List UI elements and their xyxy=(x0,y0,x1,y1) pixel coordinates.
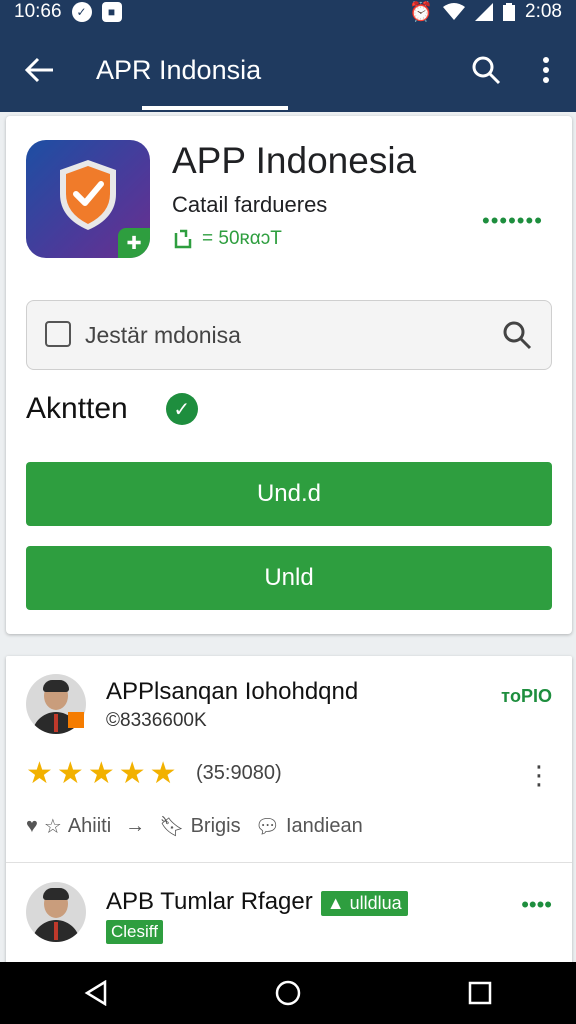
heart-icon: ♥ xyxy=(26,815,38,837)
action-label: Brigis xyxy=(190,815,241,837)
primary-button[interactable]: Und.d xyxy=(26,462,552,526)
status-label: Akntten xyxy=(26,392,128,425)
app-meta: = 50ʀαɔT xyxy=(172,228,282,250)
star-icon: ★ xyxy=(87,757,115,790)
nav-home-icon[interactable] xyxy=(258,963,318,1023)
reviews-card: APPlsanqan Iohohdqnd ©8336600K ᴛoPIO ★ ★… xyxy=(6,656,572,966)
nav-recents-icon[interactable] xyxy=(450,963,510,1023)
comment-icon: 💬︎ xyxy=(254,816,280,838)
search-icon[interactable] xyxy=(456,40,516,100)
app-icon[interactable]: ✚ xyxy=(26,140,150,258)
review-author: APB Tumlar Rfager ▲ ulldlua xyxy=(106,888,408,916)
avatar-badge xyxy=(68,712,84,728)
app-meta-text: = 50ʀαɔT xyxy=(202,228,282,249)
star-outline-icon: ☆ xyxy=(43,816,62,838)
bookmark-icon: 🔖︎ xyxy=(159,816,185,838)
more-vert-icon[interactable] xyxy=(516,40,576,100)
shield-icon xyxy=(60,160,116,230)
app-name: APP Indonesia xyxy=(172,140,417,181)
like-action[interactable]: ♥ ☆ Ahiiti xyxy=(26,814,111,839)
app-bar: APR Indonsia xyxy=(0,40,576,100)
review-author: APPlsanqan Iohohdqnd xyxy=(106,678,359,705)
review-actions: ♥ ☆ Ahiiti → 🔖︎ Brigis 💬︎ Iandiean xyxy=(26,814,363,839)
star-icon: ★ xyxy=(56,757,84,790)
nav-back-icon[interactable] xyxy=(66,963,126,1023)
star-icon: ★ xyxy=(149,757,177,790)
alarm-icon: ⏰ xyxy=(409,2,434,23)
review-subtitle: ©8336600K xyxy=(106,710,207,731)
status-row: Akntten ✓ xyxy=(26,392,198,426)
review-author-text: APB Tumlar Rfager xyxy=(106,888,313,915)
more-dots-icon[interactable]: ••••••• xyxy=(482,208,543,234)
download-badge-icon: ✚ xyxy=(118,228,150,258)
comment-action[interactable]: 💬︎ Iandiean xyxy=(255,814,363,839)
app-detail-card: ✚ APP Indonesia Catail fardueres = 50ʀαɔ… xyxy=(6,116,572,634)
review-tag: ᴛoPIO xyxy=(501,686,552,706)
app-notification-icon: ■ xyxy=(101,2,122,22)
rating-count: (35:9080) xyxy=(196,762,282,784)
avatar[interactable] xyxy=(26,882,86,942)
search-icon[interactable] xyxy=(499,317,535,353)
app-bar-title: APR Indonsia xyxy=(96,54,262,85)
status-time-right: 2:08 xyxy=(525,1,562,22)
review-pill: ▲ ulldlua xyxy=(320,891,408,916)
more-vert-icon[interactable]: ⋮ xyxy=(526,760,552,791)
navigation-bar xyxy=(0,962,576,1024)
action-label: Ahiiti xyxy=(67,815,112,837)
notification-icon: ✓ xyxy=(71,2,92,22)
folder-icon xyxy=(45,321,71,347)
status-time-left: 10:66 xyxy=(14,1,62,22)
top-bar: 10:66 ✓ ■ ⏰ 2:08 APR Indonsia xyxy=(0,0,576,112)
star-icon: ★ xyxy=(118,757,146,790)
star-rating: ★ ★ ★ ★ ★ xyxy=(26,756,177,791)
tab-indicator xyxy=(142,106,288,110)
star-icon: ★ xyxy=(26,757,53,790)
status-bar: 10:66 ✓ ■ ⏰ 2:08 xyxy=(0,0,576,24)
app-developer: Catail fardueres xyxy=(172,192,328,217)
search-input[interactable] xyxy=(85,313,485,357)
secondary-button[interactable]: Unld xyxy=(26,546,552,610)
arrow-right-icon: → xyxy=(125,815,146,837)
wifi-icon xyxy=(443,3,466,20)
action-label: Iandiean xyxy=(285,815,363,837)
bookmark-action[interactable]: 🔖︎ Brigis xyxy=(159,814,240,839)
battery-icon xyxy=(503,3,516,21)
back-arrow-icon[interactable] xyxy=(0,40,80,100)
more-dots-icon[interactable]: •••• xyxy=(521,892,552,918)
install-icon xyxy=(174,229,192,249)
divider xyxy=(6,862,572,863)
signal-icon xyxy=(475,3,494,21)
check-circle-icon: ✓ xyxy=(165,393,198,425)
review-chip: Clesiff xyxy=(106,920,163,944)
search-box xyxy=(26,300,552,370)
